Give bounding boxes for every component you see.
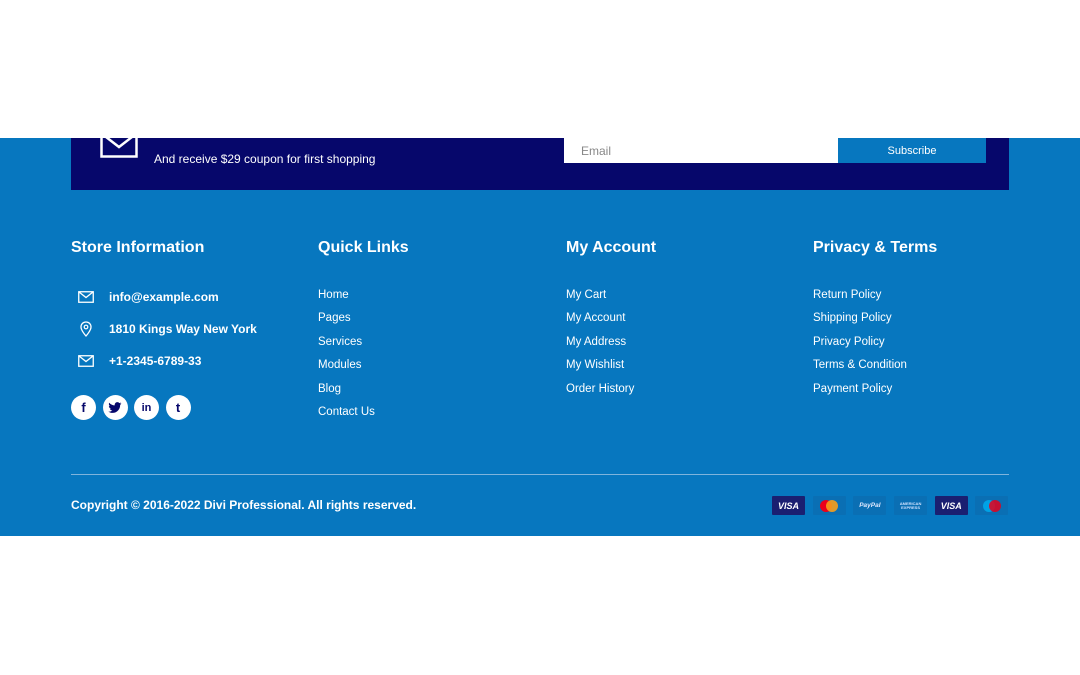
- payment-methods: VISA PayPal AMERICAN EXPRESS VISA: [772, 496, 1009, 515]
- tumblr-icon[interactable]: t: [165, 395, 191, 420]
- quick-links-list: Home Pages Services Modules Blog Contact…: [318, 288, 409, 428]
- store-email-row: info@example.com: [77, 289, 219, 305]
- envelope-icon: [77, 289, 95, 305]
- newsletter-section: SIGN UP TO NEWSLETTER And receive $29 co…: [71, 118, 1009, 190]
- footer-link-return-policy[interactable]: Return Policy: [813, 289, 881, 301]
- maestro-icon: [975, 496, 1009, 515]
- store-address: 1810 Kings Way New York: [109, 322, 257, 336]
- paypal-icon: PayPal: [853, 496, 887, 515]
- store-info-title: Store Information: [71, 239, 205, 256]
- my-account-column: My Account My Cart My Account My Address…: [566, 239, 656, 405]
- footer-link-payment-policy[interactable]: Payment Policy: [813, 383, 892, 395]
- map-pin-icon: [77, 321, 95, 337]
- privacy-terms-column: Privacy & Terms Return Policy Shipping P…: [813, 239, 937, 405]
- footer-link-home[interactable]: Home: [318, 289, 349, 301]
- twitter-icon[interactable]: [102, 395, 128, 420]
- store-email[interactable]: info@example.com: [109, 290, 219, 304]
- social-links: f in t: [71, 395, 197, 420]
- footer-link-pages[interactable]: Pages: [318, 312, 351, 324]
- my-account-title: My Account: [566, 239, 657, 256]
- footer-link-contact-us[interactable]: Contact Us: [318, 406, 375, 418]
- footer-link-services[interactable]: Services: [318, 336, 362, 348]
- footer-link-my-account[interactable]: My Account: [566, 312, 625, 324]
- subscribe-button[interactable]: Subscribe: [838, 138, 986, 163]
- footer-link-my-cart[interactable]: My Cart: [566, 289, 606, 301]
- store-address-row: 1810 Kings Way New York: [77, 321, 257, 337]
- my-account-list: My Cart My Account My Address My Wishlis…: [566, 288, 656, 405]
- mastercard-icon: [812, 496, 846, 515]
- footer-divider: [71, 474, 1009, 475]
- footer-link-terms-condition[interactable]: Terms & Condition: [813, 359, 907, 371]
- quick-links-column: Quick Links Home Pages Services Modules …: [318, 239, 409, 428]
- envelope-icon: [77, 353, 95, 369]
- site-footer: SIGN UP TO NEWSLETTER And receive $29 co…: [0, 118, 1080, 536]
- footer-link-shipping-policy[interactable]: Shipping Policy: [813, 312, 892, 324]
- newsletter-subtitle: And receive $29 coupon for first shoppin…: [154, 152, 376, 166]
- footer-link-blog[interactable]: Blog: [318, 383, 341, 395]
- footer-link-modules[interactable]: Modules: [318, 359, 361, 371]
- quick-links-title: Quick Links: [318, 239, 409, 256]
- privacy-terms-title: Privacy & Terms: [813, 239, 938, 256]
- store-info-column: Store Information info@example.com 1810 …: [71, 239, 257, 420]
- footer-link-my-address[interactable]: My Address: [566, 336, 626, 348]
- newsletter-title: SIGN UP TO NEWSLETTER: [154, 118, 436, 141]
- visa-icon: VISA: [772, 496, 805, 515]
- footer-link-privacy-policy[interactable]: Privacy Policy: [813, 336, 885, 348]
- facebook-icon[interactable]: f: [71, 395, 96, 420]
- store-phone-row: +1-2345-6789-33: [77, 353, 201, 369]
- store-phone[interactable]: +1-2345-6789-33: [109, 354, 201, 368]
- footer-link-order-history[interactable]: Order History: [566, 383, 634, 395]
- envelope-icon: [100, 132, 138, 163]
- footer-link-my-wishlist[interactable]: My Wishlist: [566, 359, 624, 371]
- visa-icon: VISA: [934, 496, 968, 515]
- email-input[interactable]: [564, 138, 838, 163]
- copyright-text: Copyright © 2016-2022 Divi Professional.…: [71, 498, 417, 512]
- american-express-icon: AMERICAN EXPRESS: [894, 496, 928, 515]
- linkedin-icon[interactable]: in: [134, 395, 159, 420]
- privacy-terms-list: Return Policy Shipping Policy Privacy Po…: [813, 288, 937, 405]
